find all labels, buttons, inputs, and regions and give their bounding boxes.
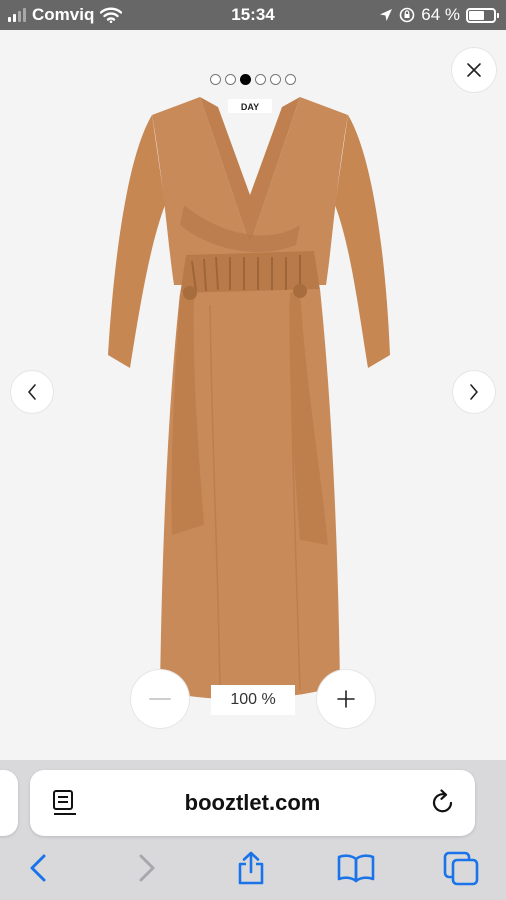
location-icon <box>380 9 393 21</box>
forward-button[interactable] <box>127 848 167 888</box>
battery-icon <box>466 7 499 23</box>
orientation-lock-icon <box>399 7 415 23</box>
back-icon <box>30 854 46 882</box>
plus-icon <box>337 690 355 708</box>
close-button[interactable] <box>452 48 496 92</box>
back-button[interactable] <box>18 848 58 888</box>
url-text[interactable]: booztlet.com <box>30 770 475 836</box>
chevron-right-icon <box>470 384 478 400</box>
brand-label: DAY <box>241 102 259 112</box>
zoom-out-button[interactable] <box>131 670 189 728</box>
pagination-dot[interactable] <box>225 74 236 85</box>
pagination-dot[interactable] <box>240 74 251 85</box>
forward-icon <box>139 854 155 882</box>
image-viewer[interactable]: DAY 100 % <box>0 30 506 760</box>
minus-icon <box>149 698 171 700</box>
status-right: 64 % <box>379 5 499 25</box>
browser-chrome: booztlet.com <box>0 760 506 900</box>
battery-percent: 64 % <box>421 5 460 24</box>
share-button[interactable] <box>231 848 271 888</box>
chevron-left-icon <box>28 384 36 400</box>
pagination-dot[interactable] <box>255 74 266 85</box>
close-icon <box>467 63 481 77</box>
product-image[interactable]: DAY <box>100 85 400 725</box>
address-bar[interactable]: booztlet.com <box>30 770 475 836</box>
previous-tab-preview[interactable] <box>0 770 18 836</box>
bookmarks-icon <box>337 854 375 883</box>
status-bar: Comviq 15:34 64 % <box>0 0 506 30</box>
tabs-button[interactable] <box>441 848 481 888</box>
pagination-dot[interactable] <box>270 74 281 85</box>
previous-image-button[interactable] <box>11 371 53 413</box>
pagination-dot[interactable] <box>285 74 296 85</box>
tabs-icon <box>443 851 479 886</box>
share-icon <box>238 851 264 885</box>
bookmarks-button[interactable] <box>336 848 376 888</box>
zoom-in-button[interactable] <box>317 670 375 728</box>
next-image-button[interactable] <box>453 371 495 413</box>
pagination-dot[interactable] <box>210 74 221 85</box>
image-pagination[interactable] <box>0 74 506 85</box>
zoom-level: 100 % <box>211 685 295 715</box>
reload-icon[interactable] <box>430 789 456 817</box>
